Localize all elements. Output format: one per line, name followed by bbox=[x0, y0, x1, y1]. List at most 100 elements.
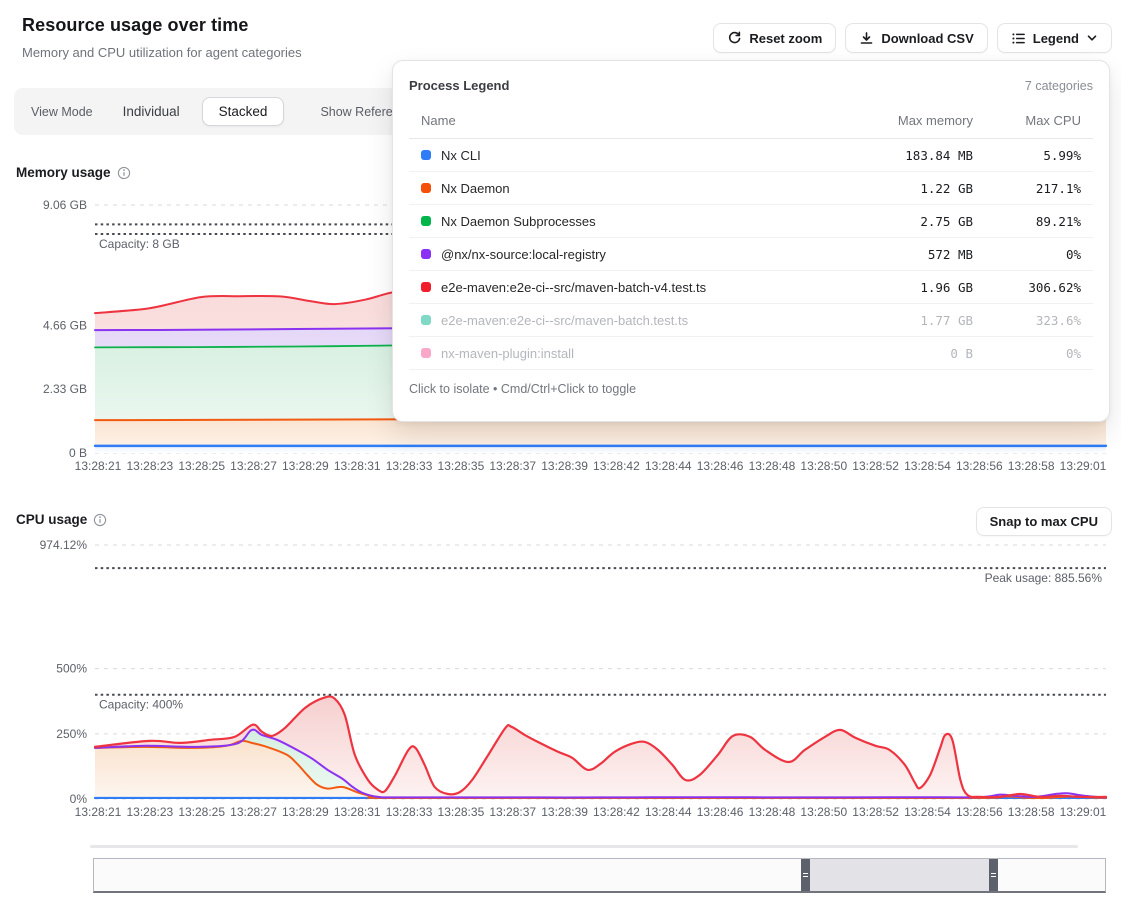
time-range-brush[interactable] bbox=[93, 858, 1106, 893]
svg-text:Capacity: 8 GB: Capacity: 8 GB bbox=[99, 237, 180, 251]
svg-text:250%: 250% bbox=[56, 727, 87, 741]
legend-row[interactable]: Nx CLI183.84 MB5.99% bbox=[409, 139, 1093, 172]
page-subtitle: Memory and CPU utilization for agent cat… bbox=[22, 45, 302, 60]
svg-text:13:28:50: 13:28:50 bbox=[800, 805, 847, 819]
refresh-icon bbox=[727, 31, 742, 46]
svg-text:13:28:54: 13:28:54 bbox=[904, 805, 951, 819]
legend-row-name: nx-maven-plugin:install bbox=[441, 346, 823, 361]
brush-selection[interactable] bbox=[805, 859, 993, 891]
svg-text:Capacity: 400%: Capacity: 400% bbox=[99, 698, 183, 712]
chevron-down-icon bbox=[1086, 32, 1098, 44]
legend-row-max-cpu: 0% bbox=[973, 247, 1081, 262]
legend-row-max-memory: 1.22 GB bbox=[823, 181, 973, 196]
cpu-section-head: CPU usage bbox=[16, 512, 107, 527]
legend-row-max-memory: 0 B bbox=[823, 346, 973, 361]
process-legend-popup: Process Legend 7 categories Name Max mem… bbox=[392, 60, 1110, 422]
legend-row-max-memory: 1.96 GB bbox=[823, 280, 973, 295]
svg-text:13:28:31: 13:28:31 bbox=[334, 805, 381, 819]
legend-popup-header: Process Legend 7 categories bbox=[409, 78, 1093, 105]
legend-footer-hint: Click to isolate • Cmd/Ctrl+Click to tog… bbox=[409, 370, 1093, 396]
legend-row-name: Nx Daemon bbox=[441, 181, 823, 196]
legend-row-max-cpu: 0% bbox=[973, 346, 1081, 361]
svg-text:13:28:37: 13:28:37 bbox=[489, 459, 536, 473]
info-icon[interactable] bbox=[117, 166, 131, 180]
svg-text:13:28:33: 13:28:33 bbox=[386, 805, 433, 819]
info-icon[interactable] bbox=[93, 513, 107, 527]
download-csv-label: Download CSV bbox=[881, 31, 973, 46]
legend-row-max-cpu: 306.62% bbox=[973, 280, 1081, 295]
legend-row-max-cpu: 323.6% bbox=[973, 313, 1081, 328]
legend-column-headers: Name Max memory Max CPU bbox=[409, 105, 1093, 139]
svg-text:13:28:46: 13:28:46 bbox=[697, 805, 744, 819]
legend-row[interactable]: nx-maven-plugin:install0 B0% bbox=[409, 337, 1093, 370]
legend-color-dot bbox=[421, 150, 431, 160]
list-icon bbox=[1011, 31, 1026, 46]
svg-text:13:28:50: 13:28:50 bbox=[800, 459, 847, 473]
brush-divider bbox=[90, 845, 1078, 848]
legend-row-max-cpu: 217.1% bbox=[973, 181, 1081, 196]
legend-row-name: Nx CLI bbox=[441, 148, 823, 163]
legend-category-count: 7 categories bbox=[1025, 79, 1093, 93]
svg-text:13:28:31: 13:28:31 bbox=[334, 459, 381, 473]
reset-zoom-button[interactable]: Reset zoom bbox=[713, 23, 836, 53]
svg-text:13:28:42: 13:28:42 bbox=[593, 805, 640, 819]
legend-toggle-button[interactable]: Legend bbox=[997, 23, 1112, 53]
svg-text:0 B: 0 B bbox=[69, 446, 87, 460]
svg-text:13:28:58: 13:28:58 bbox=[1008, 459, 1055, 473]
svg-text:0%: 0% bbox=[70, 792, 88, 806]
svg-text:13:28:56: 13:28:56 bbox=[956, 805, 1003, 819]
legend-row[interactable]: Nx Daemon1.22 GB217.1% bbox=[409, 172, 1093, 205]
memory-section-head: Memory usage bbox=[16, 165, 131, 180]
view-mode-individual[interactable]: Individual bbox=[123, 104, 180, 119]
svg-text:Peak usage: 885.56%: Peak usage: 885.56% bbox=[985, 571, 1103, 585]
legend-row[interactable]: e2e-maven:e2e-ci--src/maven-batch.test.t… bbox=[409, 304, 1093, 337]
svg-text:13:28:54: 13:28:54 bbox=[904, 459, 951, 473]
brush-handle-left[interactable] bbox=[801, 859, 810, 891]
download-csv-button[interactable]: Download CSV bbox=[845, 23, 987, 53]
resource-usage-page: Resource usage over time Memory and CPU … bbox=[0, 0, 1121, 916]
legend-row-name: Nx Daemon Subprocesses bbox=[441, 214, 823, 229]
cpu-chart[interactable]: 974.12%500%250%0%Peak usage: 885.56%Capa… bbox=[0, 505, 1121, 830]
svg-text:13:28:56: 13:28:56 bbox=[956, 459, 1003, 473]
svg-text:13:28:25: 13:28:25 bbox=[178, 805, 225, 819]
reset-zoom-label: Reset zoom bbox=[749, 31, 822, 46]
svg-text:13:28:58: 13:28:58 bbox=[1008, 805, 1055, 819]
legend-color-dot bbox=[421, 282, 431, 292]
legend-label: Legend bbox=[1033, 31, 1079, 46]
svg-text:4.66 GB: 4.66 GB bbox=[43, 318, 87, 332]
svg-text:13:29:01: 13:29:01 bbox=[1060, 805, 1107, 819]
svg-text:13:28:27: 13:28:27 bbox=[230, 805, 277, 819]
header-actions: Reset zoom Download CSV Legend bbox=[713, 23, 1112, 53]
legend-row-max-memory: 572 MB bbox=[823, 247, 973, 262]
view-mode-label: View Mode bbox=[31, 105, 93, 119]
view-mode-stacked[interactable]: Stacked bbox=[202, 97, 285, 126]
svg-text:13:28:52: 13:28:52 bbox=[852, 459, 899, 473]
legend-col-max-memory: Max memory bbox=[823, 113, 973, 128]
svg-text:13:28:48: 13:28:48 bbox=[749, 805, 796, 819]
legend-color-dot bbox=[421, 216, 431, 226]
download-icon bbox=[859, 31, 874, 46]
legend-row[interactable]: e2e-maven:e2e-ci--src/maven-batch-v4.tes… bbox=[409, 271, 1093, 304]
legend-row-max-cpu: 5.99% bbox=[973, 148, 1081, 163]
legend-color-dot bbox=[421, 348, 431, 358]
cpu-usage-title: CPU usage bbox=[16, 512, 87, 527]
legend-row[interactable]: Nx Daemon Subprocesses2.75 GB89.21% bbox=[409, 205, 1093, 238]
brush-handle-right[interactable] bbox=[989, 859, 998, 891]
legend-col-max-cpu: Max CPU bbox=[973, 113, 1081, 128]
svg-text:13:28:21: 13:28:21 bbox=[75, 459, 122, 473]
legend-row[interactable]: @nx/nx-source:local-registry572 MB0% bbox=[409, 238, 1093, 271]
svg-text:13:28:44: 13:28:44 bbox=[645, 805, 692, 819]
svg-text:13:28:48: 13:28:48 bbox=[749, 459, 796, 473]
svg-text:13:28:52: 13:28:52 bbox=[852, 805, 899, 819]
legend-color-dot bbox=[421, 183, 431, 193]
legend-row-max-memory: 183.84 MB bbox=[823, 148, 973, 163]
svg-text:13:28:29: 13:28:29 bbox=[282, 459, 329, 473]
svg-text:13:28:23: 13:28:23 bbox=[126, 459, 173, 473]
svg-text:13:28:35: 13:28:35 bbox=[438, 805, 485, 819]
snap-to-max-cpu-button[interactable]: Snap to max CPU bbox=[976, 507, 1112, 536]
legend-popup-title: Process Legend bbox=[409, 78, 509, 93]
legend-row-name: @nx/nx-source:local-registry bbox=[441, 247, 823, 262]
legend-row-max-memory: 1.77 GB bbox=[823, 313, 973, 328]
svg-text:13:28:37: 13:28:37 bbox=[489, 805, 536, 819]
legend-row-max-memory: 2.75 GB bbox=[823, 214, 973, 229]
